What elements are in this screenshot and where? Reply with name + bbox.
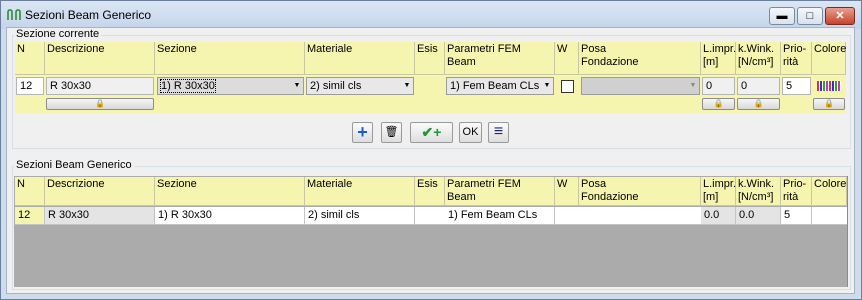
current-materiale-select[interactable]: 2) simil cls ▼ xyxy=(306,77,414,95)
row-sezione: 1) R 30x30 xyxy=(155,207,305,224)
grid-right-border xyxy=(847,176,848,287)
list-header-posa-line2: Fondazione xyxy=(581,191,639,203)
kwink-lock-button[interactable]: 🔒 xyxy=(737,98,780,110)
chevron-down-icon: ▼ xyxy=(293,82,301,89)
list-header-kwink-line1: k.Wink. xyxy=(738,178,775,190)
app-icon xyxy=(7,9,21,20)
row-n: 12 xyxy=(15,207,45,224)
header-fem-line2: Beam xyxy=(447,56,476,68)
list-header-priorita-line2: rità xyxy=(783,191,799,203)
list-header-w: W xyxy=(555,177,579,206)
header-descrizione: Descrizione xyxy=(45,42,155,75)
list-header-kwink: k.Wink. [N/cm³] xyxy=(736,177,781,206)
current-color-swatch[interactable] xyxy=(817,81,841,91)
lock-icon: 🔒 xyxy=(753,99,764,108)
header-posa-line1: Posa xyxy=(581,43,607,55)
list-header-kwink-line2: [N/cm³] xyxy=(738,191,774,203)
header-priorita-line2: rità xyxy=(783,56,799,68)
header-posa-line2: Fondazione xyxy=(581,56,639,68)
header-limpr-line1: L.impr. xyxy=(703,43,737,55)
window-title: Sezioni Beam Generico xyxy=(25,8,152,22)
check-plus-icon: ✔+ xyxy=(421,124,442,140)
list-header-materiale: Materiale xyxy=(305,177,415,206)
header-w: W xyxy=(555,42,579,75)
current-limpr-field[interactable]: 0 xyxy=(702,77,735,95)
materiale-select-value: 2) simil cls xyxy=(310,80,362,92)
header-n: N xyxy=(15,42,45,75)
lock-icon: 🔒 xyxy=(824,99,834,108)
title-bar[interactable]: Sezioni Beam Generico ▬ □ ✕ xyxy=(1,1,861,29)
trash-icon: 🗑 xyxy=(384,126,399,138)
list-header-n: N xyxy=(15,177,45,206)
chevron-down-icon: ▼ xyxy=(543,82,551,89)
list-header-descrizione: Descrizione xyxy=(45,177,155,206)
list-header-sezione: Sezione xyxy=(155,177,305,206)
chevron-down-icon: ▼ xyxy=(403,82,411,89)
colore-lock-button[interactable]: 🔒 xyxy=(813,98,845,110)
limpr-lock-button[interactable]: 🔒 xyxy=(702,98,735,110)
delete-button[interactable]: 🗑 xyxy=(381,122,402,143)
ok-button[interactable]: OK xyxy=(459,122,482,143)
row-materiale: 2) simil cls xyxy=(305,207,415,224)
list-section-label: Sezioni Beam Generico xyxy=(14,159,134,171)
header-fem-line1: Parametri FEM xyxy=(447,43,521,55)
current-kwink-field[interactable]: 0 xyxy=(737,77,780,95)
close-button[interactable]: ✕ xyxy=(825,7,855,25)
list-header-fem-line1: Parametri FEM xyxy=(447,178,521,190)
header-colore: Colore xyxy=(812,42,846,75)
row-limpr: 0.0 xyxy=(701,207,736,224)
current-priorita-field[interactable]: 5 xyxy=(782,77,811,95)
row-priorita: 5 xyxy=(781,207,812,224)
list-header-priorita-line1: Prio- xyxy=(783,178,807,190)
row-kwink: 0.0 xyxy=(736,207,781,224)
header-kwink-line2: [N/cm³] xyxy=(738,56,774,68)
header-priorita-line1: Prio- xyxy=(783,43,807,55)
list-header-fem: Parametri FEM Beam xyxy=(445,177,555,206)
header-kwink: k.Wink. [N/cm³] xyxy=(736,42,781,75)
maximize-button[interactable]: □ xyxy=(797,7,823,25)
sezione-select-value: 1) R 30x30 xyxy=(160,79,216,93)
lock-icon: 🔒 xyxy=(95,99,105,108)
list-header-limpr-line1: L.impr. xyxy=(703,178,737,190)
current-sezione-select[interactable]: 1) R 30x30 ▼ xyxy=(157,77,304,95)
row-fem: 1) Fem Beam CLs xyxy=(445,207,555,224)
list-header-priorita: Prio- rità xyxy=(781,177,812,206)
header-priorita: Prio- rità xyxy=(781,42,812,75)
list-header-esis: Esis xyxy=(415,177,445,206)
list-header-fem-line2: Beam xyxy=(447,191,476,203)
current-n-field[interactable]: 12 xyxy=(16,77,44,95)
header-limpr: L.impr. [m] xyxy=(701,42,736,75)
add-button[interactable]: + xyxy=(352,122,373,143)
confirm-add-button[interactable]: ✔+ xyxy=(410,122,453,143)
lock-icon: 🔒 xyxy=(713,99,724,108)
current-descrizione-field[interactable]: R 30x30 xyxy=(46,77,154,95)
header-kwink-line1: k.Wink. xyxy=(738,43,775,55)
row-descrizione: R 30x30 xyxy=(45,207,155,224)
list-header-limpr: L.impr. [m] xyxy=(701,177,736,206)
current-section-label: Sezione corrente xyxy=(14,28,102,40)
header-limpr-line2: [m] xyxy=(703,56,719,68)
chevron-down-icon: ▼ xyxy=(689,82,697,89)
list-header-posa: Posa Fondazione xyxy=(579,177,701,206)
list-icon: ≡ xyxy=(493,123,504,140)
header-esis: Esis xyxy=(415,42,445,75)
current-fem-select[interactable]: 1) Fem Beam CLs ▼ xyxy=(446,77,554,95)
fem-select-value: 1) Fem Beam CLs xyxy=(450,80,540,92)
header-materiale: Materiale xyxy=(305,42,415,75)
current-w-checkbox[interactable] xyxy=(561,80,574,93)
list-button[interactable]: ≡ xyxy=(488,122,509,143)
minimize-button[interactable]: ▬ xyxy=(769,7,795,25)
list-header-posa-line1: Posa xyxy=(581,178,607,190)
list-header-limpr-line2: [m] xyxy=(703,191,719,203)
current-posa-select[interactable]: ▼ xyxy=(581,77,700,95)
list-header-colore: Colore xyxy=(812,177,847,206)
header-sezione: Sezione xyxy=(155,42,305,75)
header-posa: Posa Fondazione xyxy=(579,42,701,75)
plus-icon: + xyxy=(357,122,368,142)
descrizione-lock-button[interactable]: 🔒 xyxy=(46,98,154,110)
header-fem: Parametri FEM Beam xyxy=(445,42,555,75)
